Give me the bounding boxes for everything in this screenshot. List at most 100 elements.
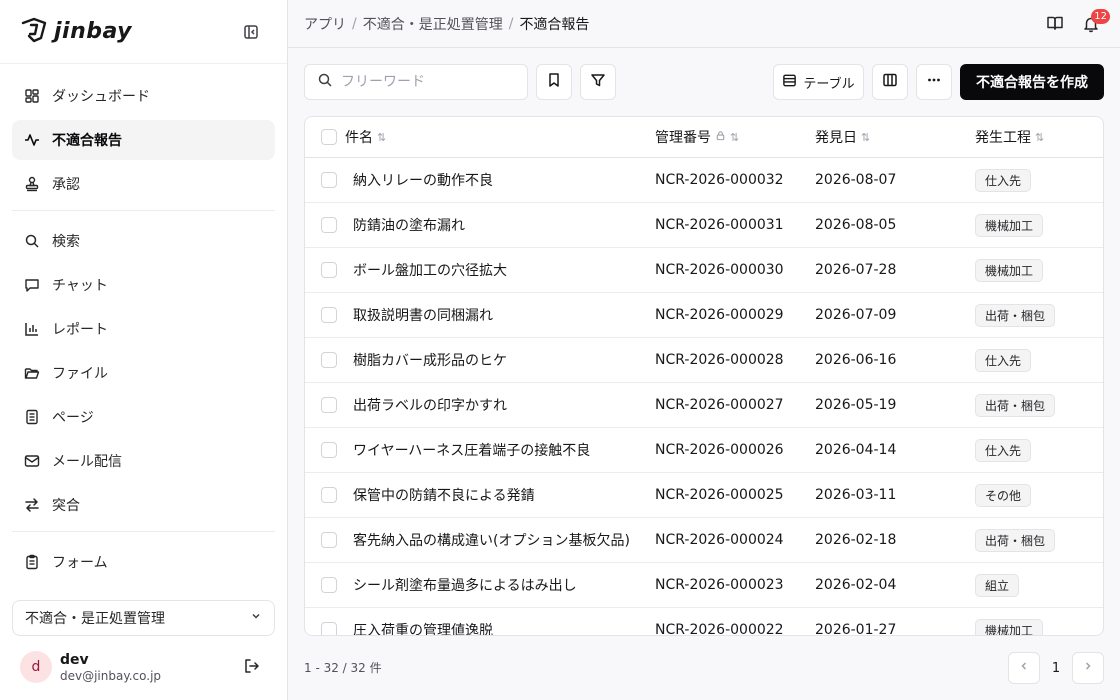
row-checkbox[interactable] bbox=[321, 262, 337, 278]
cell-title[interactable]: 納入リレーの動作不良 bbox=[353, 158, 493, 202]
table-row[interactable]: ワイヤーハーネス圧着端子の接触不良 NCR-2026-000026 2026-04-… bbox=[305, 428, 1103, 473]
sidebar-item-reconcile[interactable]: 突合 bbox=[12, 485, 275, 525]
table-row[interactable]: ボール盤加工の穴径拡大 NCR-2026-000030 2026-07-28 機械加工 bbox=[305, 248, 1103, 293]
more-options-button[interactable] bbox=[916, 64, 952, 100]
search-input[interactable] bbox=[341, 74, 511, 90]
lock-icon bbox=[715, 129, 726, 145]
sidebar-item-pages[interactable]: ページ bbox=[12, 397, 275, 437]
sidebar-item-dashboard[interactable]: ダッシュボード bbox=[12, 76, 275, 116]
sidebar-item-forms[interactable]: フォーム bbox=[12, 542, 275, 582]
filter-button[interactable] bbox=[580, 64, 616, 100]
select-all-checkbox[interactable] bbox=[321, 129, 337, 145]
cell-title[interactable]: 客先納入品の構成違い(オプション基板欠品) bbox=[353, 518, 630, 562]
cell-process: 機械加工 bbox=[975, 203, 1044, 247]
list-toolbar: テーブル 不適合報告を作成 bbox=[304, 64, 1104, 100]
cell-id: NCR-2026-000031 bbox=[655, 217, 784, 233]
app-switcher-value: 不適合・是正処置管理 bbox=[25, 611, 165, 627]
row-checkbox[interactable] bbox=[321, 172, 337, 188]
process-tag: 仕入先 bbox=[975, 438, 1032, 462]
user-name: dev bbox=[60, 651, 89, 668]
cell-date: 2026-04-14 bbox=[815, 442, 897, 458]
table-row[interactable]: シール剤塗布量過多によるはみ出し NCR-2026-000023 2026-02-0… bbox=[305, 563, 1103, 608]
sidebar-item-search[interactable]: 検索 bbox=[12, 221, 275, 261]
table-row[interactable]: 客先納入品の構成違い(オプション基板欠品) NCR-2026-000024 2026… bbox=[305, 518, 1103, 563]
sidebar-collapse-icon[interactable] bbox=[241, 22, 261, 42]
cell-title[interactable]: 出荷ラベルの印字かすれ bbox=[353, 383, 507, 427]
column-header-process[interactable]: 発生工程 ⇅ bbox=[975, 117, 1044, 157]
row-checkbox[interactable] bbox=[321, 622, 337, 635]
row-checkbox[interactable] bbox=[321, 307, 337, 323]
table-row[interactable]: 樹脂カバー成形品のヒケ NCR-2026-000028 2026-06-16 仕入先 bbox=[305, 338, 1103, 383]
cell-id: NCR-2026-000030 bbox=[655, 262, 784, 278]
search-box[interactable] bbox=[304, 64, 528, 100]
table-icon bbox=[782, 73, 797, 92]
book-open-icon[interactable] bbox=[1046, 14, 1064, 36]
logout-icon[interactable] bbox=[243, 657, 261, 679]
view-mode-button[interactable]: テーブル bbox=[773, 64, 864, 100]
table-row[interactable]: 出荷ラベルの印字かすれ NCR-2026-000027 2026-05-19 出荷・梱… bbox=[305, 383, 1103, 428]
columns-button[interactable] bbox=[872, 64, 908, 100]
sidebar-item-label: チャット bbox=[52, 278, 108, 294]
row-checkbox[interactable] bbox=[321, 397, 337, 413]
row-checkbox[interactable] bbox=[321, 442, 337, 458]
next-page-button[interactable] bbox=[1072, 652, 1104, 684]
app-switcher-select[interactable]: 不適合・是正処置管理 bbox=[12, 600, 275, 636]
row-checkbox[interactable] bbox=[321, 487, 337, 503]
sidebar-item-label: ダッシュボード bbox=[52, 89, 150, 105]
cell-title[interactable]: 取扱説明書の同梱漏れ bbox=[353, 293, 493, 337]
cell-process: 組立 bbox=[975, 563, 1020, 607]
page-number[interactable]: 1 bbox=[1040, 652, 1072, 684]
row-checkbox-cell bbox=[321, 383, 337, 427]
cell-id: NCR-2026-000023 bbox=[655, 577, 784, 593]
logo[interactable]: jinbay bbox=[20, 16, 132, 48]
cell-process: その他 bbox=[975, 473, 1032, 517]
cell-title[interactable]: 防錆油の塗布漏れ bbox=[353, 203, 465, 247]
logo-text: jinbay bbox=[54, 19, 133, 44]
table-row[interactable]: 納入リレーの動作不良 NCR-2026-000032 2026-08-07 仕入先 bbox=[305, 158, 1103, 203]
breadcrumb-item[interactable]: 不適合・是正処置管理 bbox=[363, 14, 503, 34]
cell-title[interactable]: 樹脂カバー成形品のヒケ bbox=[353, 338, 507, 382]
sidebar-item-nonconformance[interactable]: 不適合報告 bbox=[12, 120, 275, 160]
cell-process: 仕入先 bbox=[975, 158, 1032, 202]
sidebar-item-report[interactable]: レポート bbox=[12, 309, 275, 349]
process-tag: 仕入先 bbox=[975, 168, 1032, 192]
cell-title[interactable]: シール剤塗布量過多によるはみ出し bbox=[353, 563, 577, 607]
sidebar-item-approval[interactable]: 承認 bbox=[12, 164, 275, 204]
row-checkbox[interactable] bbox=[321, 532, 337, 548]
user-profile[interactable]: d dev dev@jinbay.co.jp bbox=[20, 648, 265, 686]
sidebar-item-chat[interactable]: チャット bbox=[12, 265, 275, 305]
row-checkbox[interactable] bbox=[321, 352, 337, 368]
sidebar-item-label: フォーム bbox=[52, 555, 108, 571]
saved-views-button[interactable] bbox=[536, 64, 572, 100]
table-row[interactable]: 取扱説明書の同梱漏れ NCR-2026-000029 2026-07-09 出荷・梱包 bbox=[305, 293, 1103, 338]
column-header-label: 件名 bbox=[345, 130, 373, 146]
table-row[interactable]: 保管中の防錆不良による発錆 NCR-2026-000025 2026-03-11 その… bbox=[305, 473, 1103, 518]
sidebar-divider bbox=[12, 531, 275, 532]
column-header-id[interactable]: 管理番号 ⇅ bbox=[655, 117, 739, 157]
row-checkbox[interactable] bbox=[321, 217, 337, 233]
table-body: 納入リレーの動作不良 NCR-2026-000032 2026-08-07 仕入先 防錆… bbox=[305, 158, 1103, 636]
cell-title[interactable]: ワイヤーハーネス圧着端子の接触不良 bbox=[353, 428, 590, 472]
column-header-title[interactable]: 件名 ⇅ bbox=[345, 117, 386, 157]
sidebar-item-mail[interactable]: メール配信 bbox=[12, 441, 275, 481]
cell-title[interactable]: 圧入荷重の管理値逸脱 bbox=[353, 608, 493, 635]
prev-page-button[interactable] bbox=[1008, 652, 1040, 684]
cell-date: 2026-01-27 bbox=[815, 622, 897, 636]
sidebar-item-files[interactable]: ファイル bbox=[12, 353, 275, 393]
sidebar-item-label: メール配信 bbox=[52, 454, 122, 470]
notifications-button[interactable]: 12 bbox=[1082, 9, 1110, 35]
table-row[interactable]: 防錆油の塗布漏れ NCR-2026-000031 2026-08-05 機械加工 bbox=[305, 203, 1103, 248]
breadcrumb: アプリ / 不適合・是正処置管理 / 不適合報告 bbox=[304, 14, 589, 34]
cell-title[interactable]: ボール盤加工の穴径拡大 bbox=[353, 248, 507, 292]
row-checkbox[interactable] bbox=[321, 577, 337, 593]
columns-icon bbox=[882, 72, 898, 92]
create-report-button[interactable]: 不適合報告を作成 bbox=[960, 64, 1104, 100]
column-header-date[interactable]: 発見日 ⇅ bbox=[815, 117, 870, 157]
user-info: dev dev@jinbay.co.jp bbox=[60, 652, 161, 683]
sidebar-item-label: レポート bbox=[52, 322, 108, 338]
cell-title[interactable]: 保管中の防錆不良による発錆 bbox=[353, 473, 535, 517]
cell-date: 2026-06-16 bbox=[815, 352, 897, 368]
table-row[interactable]: 圧入荷重の管理値逸脱 NCR-2026-000022 2026-01-27 機械加工 bbox=[305, 608, 1103, 636]
breadcrumb-item[interactable]: アプリ bbox=[304, 14, 346, 34]
column-header-label: 発生工程 bbox=[975, 130, 1031, 146]
